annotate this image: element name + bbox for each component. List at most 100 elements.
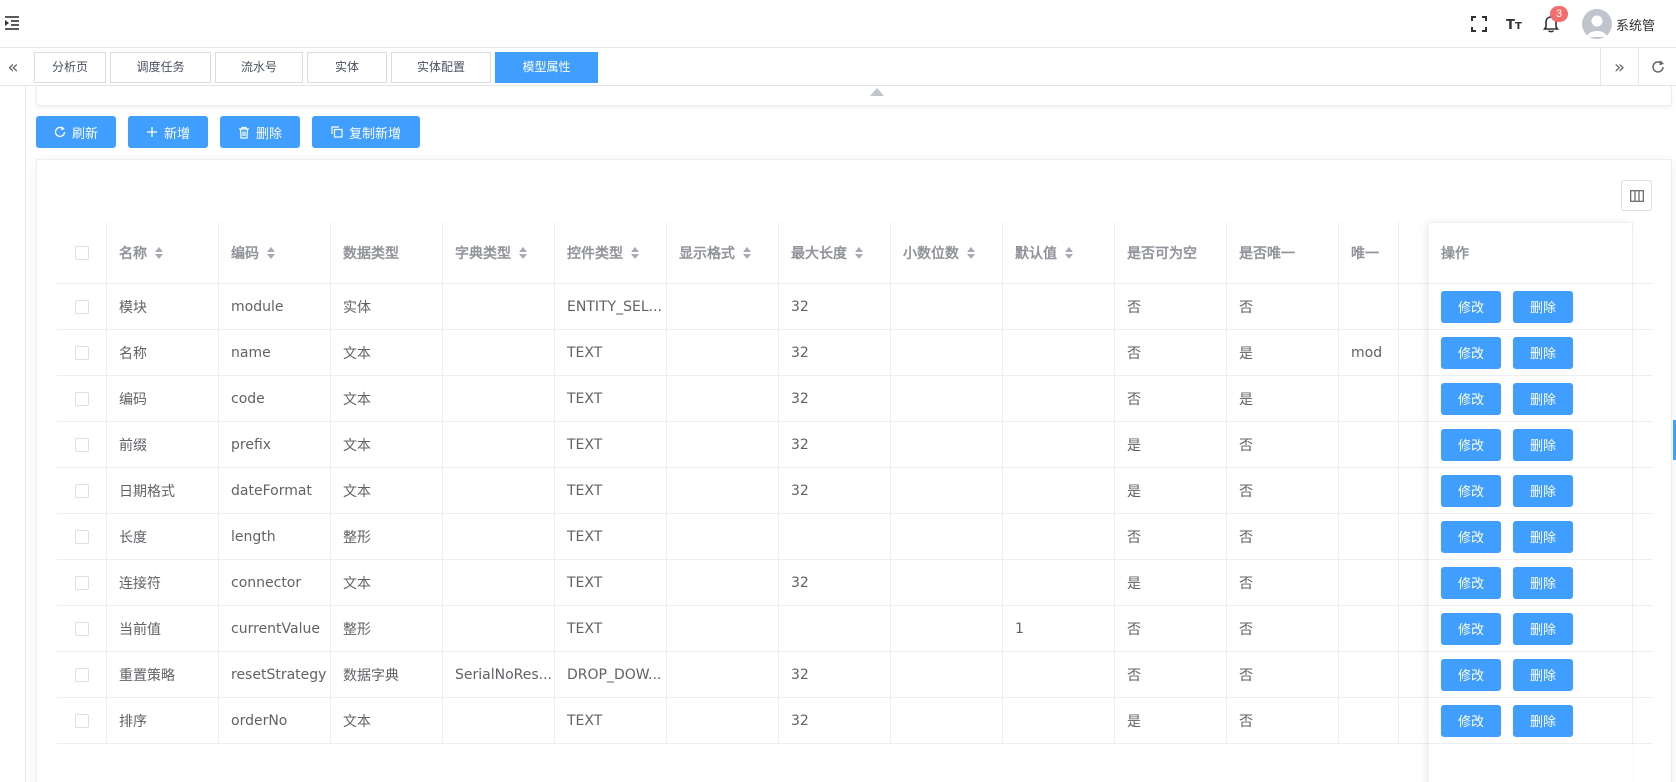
fullscreen-icon[interactable] bbox=[1470, 15, 1488, 33]
row-checkbox[interactable] bbox=[74, 437, 89, 452]
row-delete-button[interactable]: 删除 bbox=[1513, 428, 1573, 461]
cell-decimal-places bbox=[891, 284, 1003, 329]
row-checkbox[interactable] bbox=[74, 345, 89, 360]
column-header-code[interactable]: 编码 bbox=[219, 222, 331, 283]
row-checkbox[interactable] bbox=[74, 667, 89, 682]
cell-nullable: 否 bbox=[1115, 606, 1227, 651]
column-header-decimal-places[interactable]: 小数位数 bbox=[891, 222, 1003, 283]
cell-dict-type: SerialNoRes... bbox=[443, 652, 555, 697]
cell-control-type: TEXT bbox=[555, 514, 667, 559]
toolbar: 刷新 新增 删除 复制新增 bbox=[36, 116, 432, 148]
cell-default-value bbox=[1003, 514, 1115, 559]
table-row[interactable]: 连接符 connector 文本 TEXT 32 是否 bbox=[57, 560, 1653, 606]
cell-data-type: 整形 bbox=[331, 514, 443, 559]
trash-icon bbox=[238, 126, 250, 139]
sort-icon[interactable] bbox=[155, 246, 163, 259]
row-checkbox[interactable] bbox=[74, 299, 89, 314]
sort-icon[interactable] bbox=[1065, 246, 1073, 259]
edit-button[interactable]: 修改 bbox=[1441, 382, 1501, 415]
column-header-default-value[interactable]: 默认值 bbox=[1003, 222, 1115, 283]
edit-button[interactable]: 修改 bbox=[1441, 704, 1501, 737]
edit-button[interactable]: 修改 bbox=[1441, 474, 1501, 507]
font-size-icon[interactable]: TT bbox=[1506, 15, 1524, 33]
cell-dict-type bbox=[443, 284, 555, 329]
expand-arrow-icon[interactable] bbox=[870, 88, 884, 96]
edit-button[interactable]: 修改 bbox=[1441, 336, 1501, 369]
tag-entity-config[interactable]: 实体配置 bbox=[391, 52, 491, 83]
action-cell: 修改 删除 bbox=[1429, 422, 1633, 468]
cell-max-length: 32 bbox=[779, 652, 891, 697]
cell-display-format bbox=[667, 330, 779, 375]
tags-view-bar: « 分析页 调度任务 流水号 实体 实体配置 模型属性 » bbox=[0, 48, 1676, 86]
cell-code: name bbox=[219, 330, 331, 375]
edit-button[interactable]: 修改 bbox=[1441, 428, 1501, 461]
column-header-unique: 是否唯一 bbox=[1227, 222, 1339, 283]
scroll-left-icon[interactable]: « bbox=[0, 48, 26, 86]
edit-button[interactable]: 修改 bbox=[1441, 290, 1501, 323]
row-delete-button[interactable]: 删除 bbox=[1513, 290, 1573, 323]
table-row[interactable]: 重置策略 resetStrategy 数据字典 SerialNoRes... DROP_… bbox=[57, 652, 1653, 698]
indent-icon[interactable] bbox=[3, 14, 21, 32]
table-row[interactable]: 名称 name 文本 TEXT 32 否是 mod bbox=[57, 330, 1653, 376]
row-checkbox[interactable] bbox=[74, 529, 89, 544]
row-delete-button[interactable]: 删除 bbox=[1513, 336, 1573, 369]
row-checkbox[interactable] bbox=[74, 483, 89, 498]
row-delete-button[interactable]: 删除 bbox=[1513, 658, 1573, 691]
row-delete-button[interactable]: 删除 bbox=[1513, 474, 1573, 507]
row-checkbox[interactable] bbox=[74, 575, 89, 590]
tag-schedule-task[interactable]: 调度任务 bbox=[110, 52, 211, 83]
add-button[interactable]: 新增 bbox=[128, 116, 208, 148]
sort-icon[interactable] bbox=[743, 246, 751, 259]
cell-max-length: 32 bbox=[779, 376, 891, 421]
sort-icon[interactable] bbox=[519, 246, 527, 259]
cell-data-type: 文本 bbox=[331, 698, 443, 743]
row-delete-button[interactable]: 删除 bbox=[1513, 704, 1573, 737]
column-header-max-length[interactable]: 最大长度 bbox=[779, 222, 891, 283]
cell-nullable: 否 bbox=[1115, 514, 1227, 559]
row-delete-button[interactable]: 删除 bbox=[1513, 612, 1573, 645]
edit-button[interactable]: 修改 bbox=[1441, 566, 1501, 599]
column-header-control-type[interactable]: 控件类型 bbox=[555, 222, 667, 283]
row-delete-button[interactable]: 删除 bbox=[1513, 382, 1573, 415]
cell-name: 重置策略 bbox=[107, 652, 219, 697]
table-row[interactable]: 前缀 prefix 文本 TEXT 32 是否 bbox=[57, 422, 1653, 468]
left-rail bbox=[25, 86, 26, 782]
delete-button[interactable]: 删除 bbox=[220, 116, 300, 148]
sort-icon[interactable] bbox=[631, 246, 639, 259]
table-row[interactable]: 日期格式 dateFormat 文本 TEXT 32 是否 bbox=[57, 468, 1653, 514]
sort-icon[interactable] bbox=[855, 246, 863, 259]
row-checkbox[interactable] bbox=[74, 391, 89, 406]
column-header-name[interactable]: 名称 bbox=[107, 222, 219, 283]
tag-entity[interactable]: 实体 bbox=[307, 52, 387, 83]
bell-icon[interactable]: 3 bbox=[1542, 6, 1568, 33]
username[interactable]: 系统管 bbox=[1616, 15, 1676, 34]
table-row[interactable]: 模块 module 实体 ENTITY_SEL... 32 否否 bbox=[57, 284, 1653, 330]
refresh-tags-icon[interactable] bbox=[1638, 48, 1676, 86]
row-delete-button[interactable]: 删除 bbox=[1513, 520, 1573, 553]
tag-serial-number[interactable]: 流水号 bbox=[215, 52, 303, 83]
cell-name: 排序 bbox=[107, 698, 219, 743]
table-row[interactable]: 编码 code 文本 TEXT 32 否是 bbox=[57, 376, 1653, 422]
sort-icon[interactable] bbox=[967, 246, 975, 259]
sort-icon[interactable] bbox=[267, 246, 275, 259]
table-row[interactable]: 长度 length 整形 TEXT 否否 bbox=[57, 514, 1653, 560]
row-delete-button[interactable]: 删除 bbox=[1513, 566, 1573, 599]
tag-analysis[interactable]: 分析页 bbox=[34, 52, 106, 83]
edit-button[interactable]: 修改 bbox=[1441, 520, 1501, 553]
copy-add-button[interactable]: 复制新增 bbox=[312, 116, 420, 148]
table-row[interactable]: 当前值 currentValue 整形 TEXT 1 否否 bbox=[57, 606, 1653, 652]
edit-button[interactable]: 修改 bbox=[1441, 658, 1501, 691]
tag-model-property[interactable]: 模型属性 bbox=[495, 52, 598, 83]
column-setting-button[interactable] bbox=[1621, 180, 1652, 211]
row-checkbox[interactable] bbox=[74, 713, 89, 728]
table-row[interactable]: 排序 orderNo 文本 TEXT 32 是否 bbox=[57, 698, 1653, 744]
column-header-display-format[interactable]: 显示格式 bbox=[667, 222, 779, 283]
select-all-checkbox[interactable] bbox=[74, 245, 89, 260]
avatar[interactable] bbox=[1582, 9, 1612, 39]
refresh-button[interactable]: 刷新 bbox=[36, 116, 116, 148]
column-header-dict-type[interactable]: 字典类型 bbox=[443, 222, 555, 283]
edit-button[interactable]: 修改 bbox=[1441, 612, 1501, 645]
row-checkbox[interactable] bbox=[74, 621, 89, 636]
scroll-right-icon[interactable]: » bbox=[1600, 48, 1638, 86]
cell-nullable: 是 bbox=[1115, 560, 1227, 605]
